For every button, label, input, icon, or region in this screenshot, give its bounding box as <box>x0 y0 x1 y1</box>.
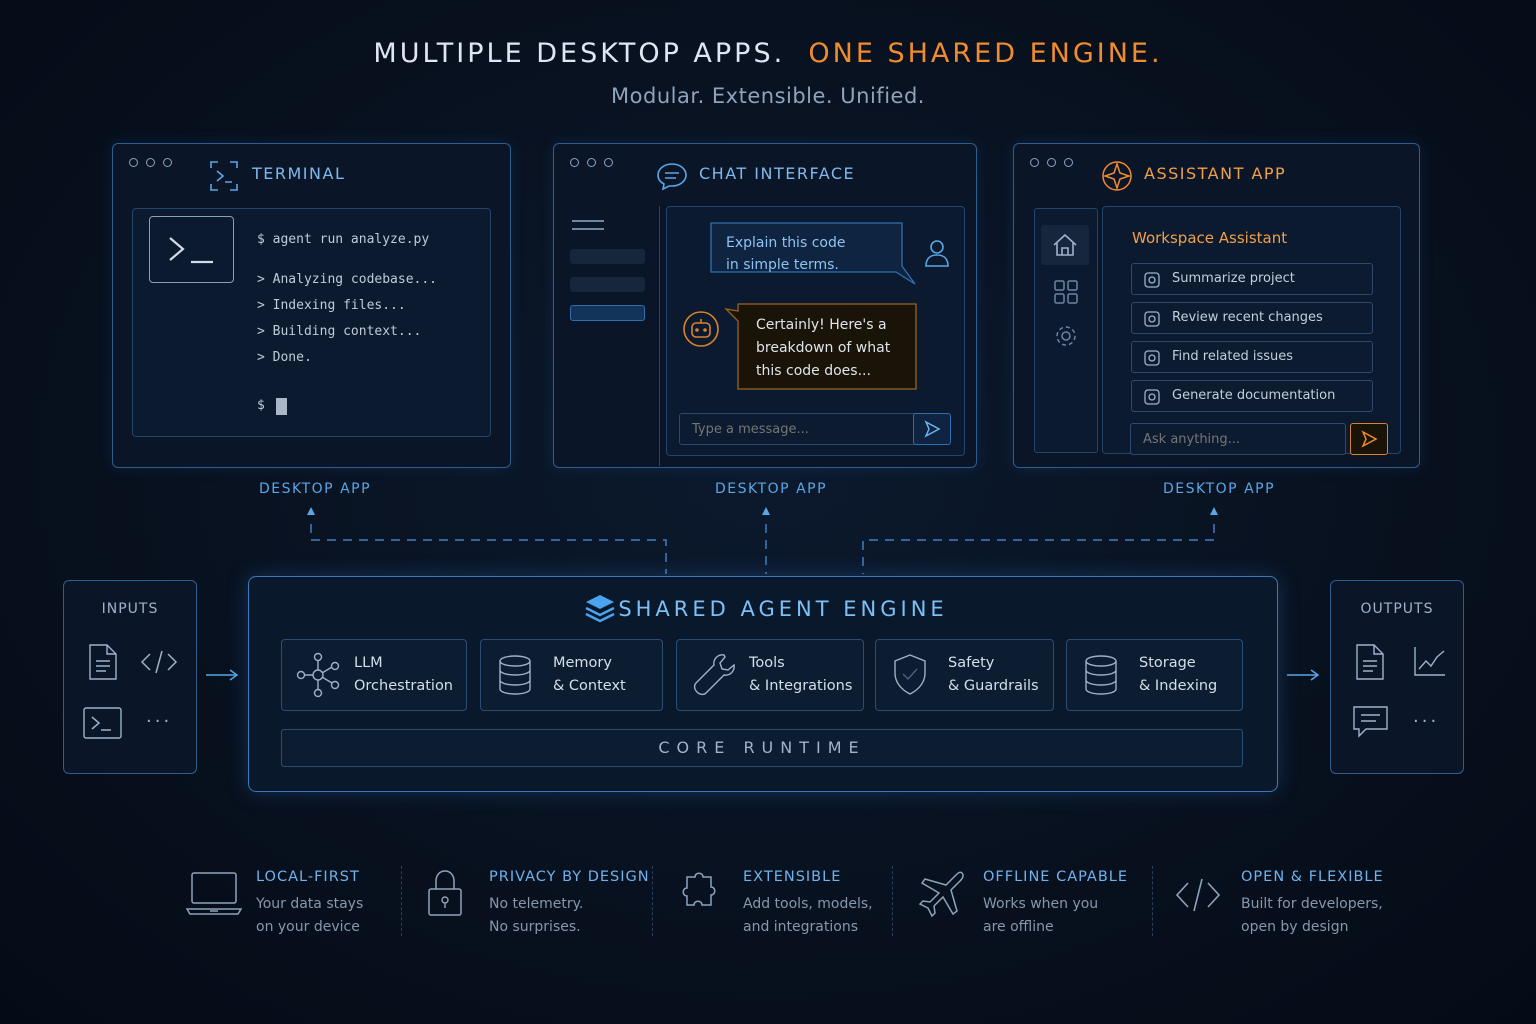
divider <box>1152 866 1153 936</box>
code-icon <box>1175 878 1221 912</box>
sparkle-icon <box>1102 161 1132 191</box>
divider <box>652 866 653 936</box>
action-icon <box>1144 389 1160 405</box>
assistant-sidebar <box>1034 208 1098 453</box>
outputs-panel: OUTPUTS ··· <box>1330 580 1464 774</box>
database-icon <box>1085 655 1117 695</box>
module-safety-guardrails[interactable]: Safety & Guardrails <box>875 639 1054 711</box>
bot-avatar-icon <box>683 311 719 347</box>
document-icon <box>89 644 117 680</box>
assistant-action[interactable]: Find related issues <box>1131 341 1373 373</box>
laptop-icon <box>186 872 242 915</box>
module-memory-context[interactable]: Memory & Context <box>480 639 663 711</box>
assistant-title: ASSISTANT APP <box>1144 164 1287 183</box>
inputs-panel: INPUTS ··· <box>63 580 197 774</box>
more-icon: ··· <box>146 711 173 732</box>
lock-icon <box>428 870 462 916</box>
window-controls[interactable] <box>1030 158 1073 167</box>
divider <box>401 866 402 936</box>
assistant-action[interactable]: Summarize project <box>1131 263 1373 295</box>
action-icon <box>1144 350 1160 366</box>
terminal-line: > Done. <box>257 350 312 365</box>
database-icon <box>499 655 531 695</box>
assistant-action[interactable]: Review recent changes <box>1131 302 1373 334</box>
wrench-icon <box>693 654 735 696</box>
user-message-line: Explain this code <box>726 235 846 251</box>
assistant-heading: Workspace Assistant <box>1132 229 1288 247</box>
terminal-icon <box>83 707 122 739</box>
terminal-prompt-icon <box>149 216 234 283</box>
window-controls[interactable] <box>129 158 172 167</box>
code-icon <box>140 650 178 674</box>
send-icon <box>1361 430 1378 448</box>
shared-agent-engine: SHARED AGENT ENGINE LLM Orchestration Me… <box>248 576 1278 792</box>
module-llm-orchestration[interactable]: LLM Orchestration <box>281 639 467 711</box>
gear-icon[interactable] <box>1053 323 1079 349</box>
document-icon <box>1356 644 1384 680</box>
terminal-line: > Indexing files... <box>257 298 406 313</box>
assistant-caption: DESKTOP APP <box>1163 481 1276 497</box>
puzzle-icon <box>682 872 716 906</box>
grid-icon[interactable] <box>1053 279 1079 305</box>
bot-message-line: breakdown of what <box>756 340 891 356</box>
module-storage-indexing[interactable]: Storage & Indexing <box>1066 639 1243 711</box>
divider <box>892 866 893 936</box>
sidebar-item[interactable] <box>570 249 645 264</box>
engine-title: SHARED AGENT ENGINE <box>618 597 948 621</box>
airplane-icon <box>918 871 964 918</box>
assistant-action[interactable]: Generate documentation <box>1131 380 1373 412</box>
action-icon <box>1144 272 1160 288</box>
outputs-title: OUTPUTS <box>1360 601 1434 617</box>
assistant-pane: Workspace Assistant Summarize project Re… <box>1102 206 1401 454</box>
menu-icon[interactable] <box>572 220 604 222</box>
chat-title: CHAT INTERFACE <box>699 164 856 183</box>
user-avatar-icon <box>925 240 949 267</box>
terminal-window[interactable]: TERMINAL $ agent run analyze.py > Analyz… <box>112 143 511 468</box>
line-chart-icon <box>1414 647 1445 676</box>
network-nodes-icon <box>296 652 340 698</box>
bot-message-line: Certainly! Here's a <box>756 317 887 333</box>
assistant-window[interactable]: ASSISTANT APP Workspace Assistant Summar… <box>1013 143 1420 468</box>
chat-caption: DESKTOP APP <box>715 481 828 497</box>
sidebar-item-active[interactable] <box>570 305 645 321</box>
terminal-cursor <box>276 398 287 415</box>
chat-message-input[interactable] <box>679 413 917 445</box>
terminal-caption: DESKTOP APP <box>259 481 372 497</box>
nav-home-button[interactable] <box>1041 225 1089 265</box>
chat-bubble-icon <box>657 163 687 191</box>
send-icon <box>924 420 941 438</box>
chat-window[interactable]: CHAT INTERFACE Explain this code in simp… <box>553 143 977 468</box>
terminal-title: TERMINAL <box>252 164 346 183</box>
terminal-line: > Building context... <box>257 324 422 339</box>
home-icon <box>1053 233 1077 256</box>
bot-message-line: this code does... <box>756 363 871 379</box>
module-tools-integrations[interactable]: Tools & Integrations <box>676 639 864 711</box>
chat-send-button[interactable] <box>913 413 951 445</box>
action-icon <box>1144 311 1160 327</box>
assistant-input[interactable] <box>1130 423 1346 455</box>
assistant-send-button[interactable] <box>1350 423 1388 455</box>
user-message-line: in simple terms. <box>726 257 839 273</box>
terminal-icon <box>210 161 238 191</box>
window-controls[interactable] <box>570 158 613 167</box>
inputs-title: INPUTS <box>101 601 159 617</box>
shield-icon <box>894 654 926 695</box>
terminal-prompt: $ <box>257 398 265 413</box>
terminal-line: $ agent run analyze.py <box>257 232 430 247</box>
core-runtime-bar: CORE RUNTIME <box>281 729 1243 767</box>
message-icon <box>1353 706 1388 738</box>
chat-sidebar <box>554 206 660 466</box>
terminal-line: > Analyzing codebase... <box>257 272 438 287</box>
more-icon: ··· <box>1413 711 1440 732</box>
sidebar-item[interactable] <box>570 277 645 292</box>
